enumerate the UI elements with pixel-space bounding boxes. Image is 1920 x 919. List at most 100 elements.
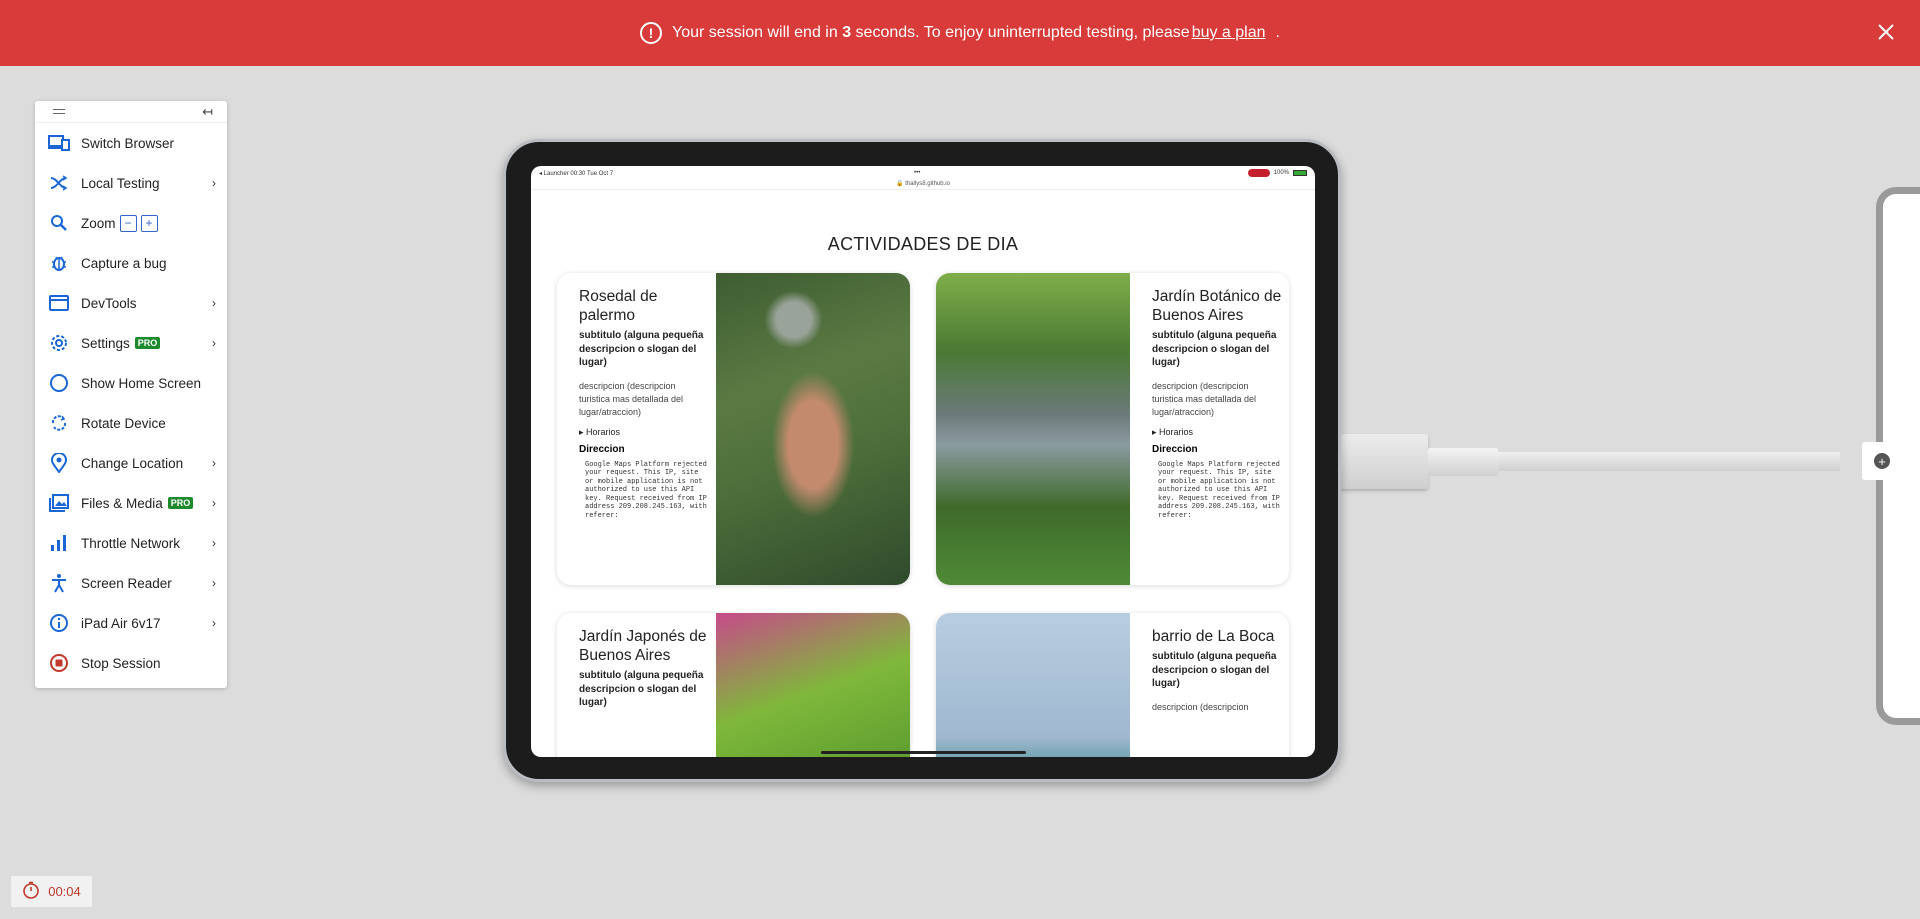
menu-show-home-screen[interactable]: Show Home Screen: [35, 363, 227, 403]
menu-label: Capture a bug: [81, 255, 167, 271]
drag-handle-icon[interactable]: [53, 109, 65, 114]
chevron-right-icon: ›: [212, 176, 216, 190]
menu-label: Files & Media: [81, 495, 163, 511]
switch-browser-icon: [47, 131, 71, 155]
chevron-right-icon: ›: [212, 296, 216, 310]
add-device-button[interactable]: +: [1862, 442, 1902, 480]
card-title: Jardín Botánico de Buenos Aires: [1152, 288, 1282, 324]
chevron-right-icon: ›: [212, 336, 216, 350]
timer-value: 00:04: [48, 884, 81, 899]
chevron-right-icon: ›: [212, 616, 216, 630]
ipad-device-frame: ◂ Launcher 00:30 Tue Oct 7 ••• 100% 🔒 th…: [503, 139, 1341, 782]
menu-label: Settings: [81, 335, 130, 351]
chevron-right-icon: ›: [212, 536, 216, 550]
banner-text: Your session will end in 3 seconds. To e…: [672, 24, 1190, 41]
menu-label: Screen Reader: [81, 575, 172, 591]
card-description: descripcion (descripcion: [1152, 701, 1249, 712]
safari-url-bar[interactable]: 🔒 thallys8.github.io: [531, 180, 1315, 190]
card-description: descripcion (descripcion turistica mas d…: [1152, 380, 1257, 417]
menu-stop-session[interactable]: Stop Session: [35, 643, 227, 683]
menu-device-info[interactable]: iPad Air 6v17 ›: [35, 603, 227, 643]
chevron-right-icon: ›: [212, 496, 216, 510]
maps-error-text: Google Maps Platform rejected your reque…: [585, 460, 707, 520]
session-warning-banner: ! Your session will end in 3 seconds. To…: [0, 0, 1920, 66]
activity-card[interactable]: barrio de La Boca subtitulo (alguna pequ…: [936, 613, 1289, 757]
image-icon: [47, 491, 71, 515]
pro-badge: PRO: [134, 337, 161, 349]
menu-label: Zoom: [81, 215, 116, 231]
menu-label: Change Location: [81, 455, 184, 471]
status-dots: •••: [914, 170, 921, 176]
usb-cable: [1498, 452, 1840, 471]
close-icon[interactable]: [1874, 20, 1898, 44]
battery-percent: 100%: [1273, 170, 1289, 176]
devtools-icon: [47, 291, 71, 315]
banner-period: .: [1275, 24, 1280, 41]
battery-icon: [1293, 170, 1307, 176]
direccion-heading: Direccion: [1152, 443, 1198, 455]
rosedal-aerial-photo: [716, 273, 910, 585]
card-title: Rosedal de palermo: [579, 288, 658, 324]
local-testing-icon: [47, 171, 71, 195]
menu-devtools[interactable]: DevTools ›: [35, 283, 227, 323]
menu-label: DevTools: [81, 295, 137, 311]
usb-cable-connector: [1340, 434, 1428, 489]
bug-icon: [47, 251, 71, 275]
rotate-icon: [47, 411, 71, 435]
menu-rotate-device[interactable]: Rotate Device: [35, 403, 227, 443]
card-title: barrio de La Boca: [1152, 628, 1275, 645]
horarios-toggle[interactable]: ▸ Horarios: [1152, 427, 1282, 438]
menu-label: Stop Session: [81, 655, 161, 671]
device-screen[interactable]: ◂ Launcher 00:30 Tue Oct 7 ••• 100% 🔒 th…: [531, 166, 1315, 757]
zoom-out-button[interactable]: −: [119, 214, 137, 232]
battery-area: 100%: [1247, 169, 1307, 177]
chevron-right-icon: ›: [212, 456, 216, 470]
page-title: ACTIVIDADES DE DIA: [827, 234, 1019, 254]
menu-screen-reader[interactable]: Screen Reader ›: [35, 563, 227, 603]
menu-throttle-network[interactable]: Throttle Network ›: [35, 523, 227, 563]
activity-card[interactable]: Rosedal de palermo subtitulo (alguna peq…: [557, 273, 910, 585]
jardin-botanico-photo: [936, 273, 1130, 585]
zoom-in-button[interactable]: +: [140, 214, 158, 232]
accessibility-icon: [47, 571, 71, 595]
menu-capture-bug[interactable]: Capture a bug: [35, 243, 227, 283]
status-left: ◂ Launcher 00:30 Tue Oct 7: [539, 170, 614, 177]
menu-settings[interactable]: Settings PRO ›: [35, 323, 227, 363]
plus-icon: +: [1874, 453, 1890, 469]
jardin-japones-photo: [716, 613, 910, 757]
home-indicator[interactable]: [821, 751, 1026, 754]
menu-local-testing[interactable]: Local Testing ›: [35, 163, 227, 203]
card-subtitle: subtitulo (alguna pequeña descripcion o …: [1152, 330, 1277, 368]
activity-card[interactable]: Jardín Botánico de Buenos Aires subtitul…: [936, 273, 1289, 585]
signal-bars-icon: [47, 531, 71, 555]
home-circle-icon: [47, 371, 71, 395]
card-subtitle: subtitulo (alguna pequeña descripcion o …: [579, 330, 704, 368]
menu-zoom: Zoom − +: [35, 203, 227, 243]
la-boca-photo: [936, 613, 1130, 757]
stop-icon: [47, 651, 71, 675]
warning-icon: !: [640, 22, 663, 44]
direccion-heading: Direccion: [579, 443, 625, 455]
card-title: Jardín Japonés de Buenos Aires: [579, 628, 707, 664]
location-pin-icon: [47, 451, 71, 475]
buy-plan-link[interactable]: buy a plan: [1192, 24, 1266, 42]
menu-change-location[interactable]: Change Location ›: [35, 443, 227, 483]
activity-card[interactable]: Jardín Japonés de Buenos Aires subtitulo…: [557, 613, 910, 757]
zoom-icon: [47, 211, 71, 235]
pro-badge: PRO: [167, 497, 194, 509]
session-timer: 00:04: [10, 875, 93, 908]
menu-label: Rotate Device: [81, 415, 166, 431]
menu-files-media[interactable]: Files & Media PRO ›: [35, 483, 227, 523]
menu-label: Show Home Screen: [81, 375, 202, 391]
chevron-right-icon: ›: [212, 576, 216, 590]
collapse-panel-icon[interactable]: ↤: [202, 104, 213, 120]
card-description: descripcion (descripcion turistica mas d…: [579, 380, 684, 417]
card-subtitle: subtitulo (alguna pequeña descripcion o …: [579, 670, 704, 708]
card-subtitle: subtitulo (alguna pequeña descripcion o …: [1152, 651, 1277, 689]
horarios-toggle[interactable]: ▸ Horarios: [579, 427, 709, 438]
usb-cable-neck: [1428, 448, 1498, 476]
panel-header: ↤: [35, 101, 227, 123]
recording-indicator: [1247, 169, 1270, 177]
gear-icon: [47, 331, 71, 355]
menu-switch-browser[interactable]: Switch Browser: [35, 123, 227, 163]
